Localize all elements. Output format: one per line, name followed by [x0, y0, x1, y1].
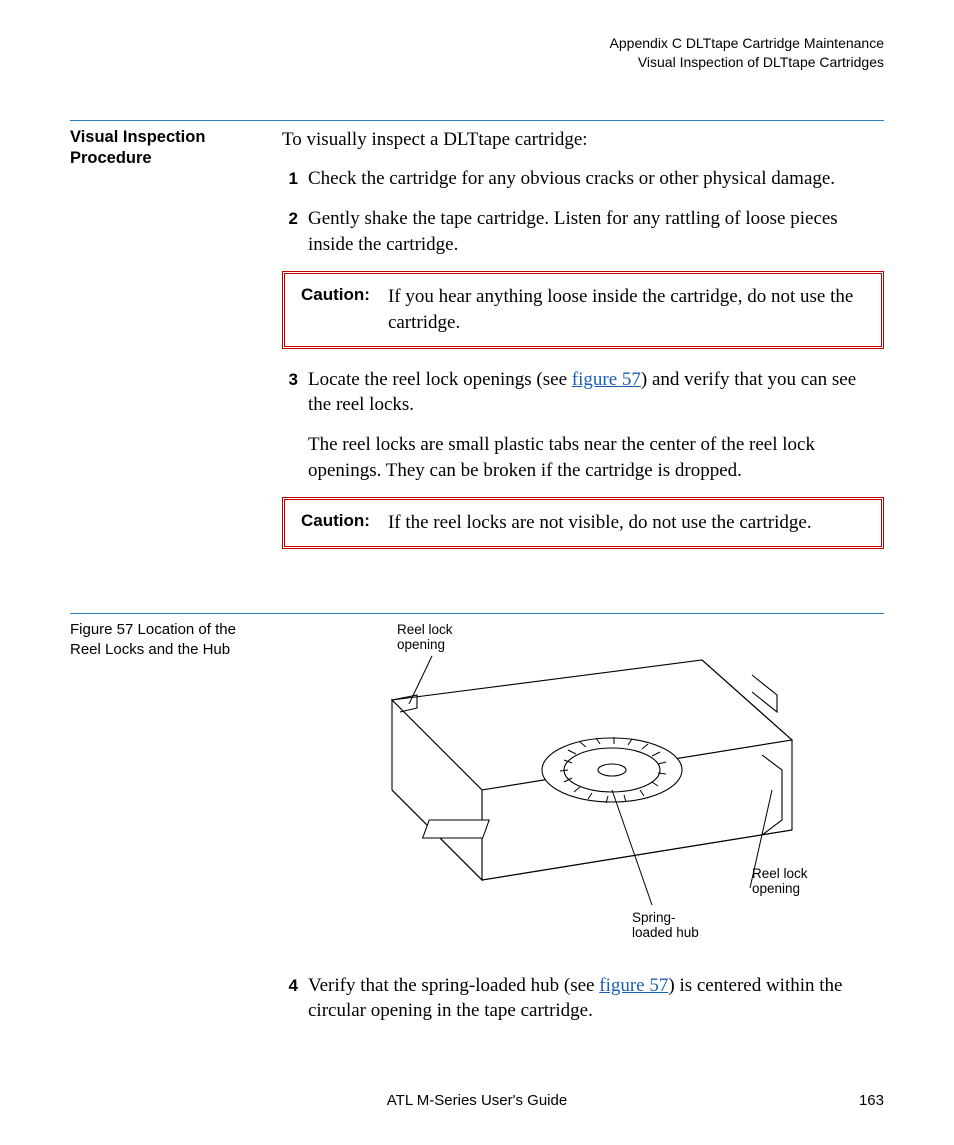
side-heading: Visual Inspection Procedure: [70, 127, 260, 567]
step-1: 1 Check the cartridge for any obvious cr…: [282, 166, 884, 192]
callout-right: Reel lock opening: [752, 866, 811, 896]
intro-text: To visually inspect a DLTtape cartridge:: [282, 127, 884, 153]
section-rule: [70, 120, 884, 121]
step-text: Check the cartridge for any obvious crac…: [308, 166, 884, 192]
header-line-1: Appendix C DLTtape Cartridge Maintenance: [70, 34, 884, 53]
figure-rule: [70, 613, 884, 614]
figure-diagram: Reel lock opening Spring- loaded hub Ree…: [282, 620, 884, 965]
body-column: To visually inspect a DLTtape cartridge:…: [282, 127, 884, 567]
step3-pre: Locate the reel lock openings (see: [308, 369, 572, 390]
step-number: 1: [282, 166, 298, 192]
step-3: 3 Locate the reel lock openings (see fig…: [282, 367, 884, 418]
step-text: Verify that the spring-loaded hub (see f…: [308, 973, 884, 1024]
step-text: Locate the reel lock openings (see figur…: [308, 367, 884, 418]
caution-text: If you hear anything loose inside the ca…: [388, 284, 865, 335]
step-number: 4: [282, 973, 298, 1024]
step-number: 2: [282, 206, 298, 257]
caution-box-2: Caution: If the reel locks are not visib…: [282, 497, 884, 549]
header-line-2: Visual Inspection of DLTtape Cartridges: [70, 53, 884, 72]
step-number: 3: [282, 367, 298, 418]
caution-label: Caution:: [301, 510, 370, 536]
footer-title: ATL M-Series User's Guide: [387, 1092, 567, 1109]
figure-caption: Figure 57 Location of the Reel Locks and…: [70, 620, 260, 965]
page-footer: ATL M-Series User's Guide 163: [0, 1092, 954, 1109]
step-4: 4 Verify that the spring-loaded hub (see…: [282, 973, 884, 1024]
running-header: Appendix C DLTtape Cartridge Maintenance…: [70, 34, 884, 72]
step3-paragraph: The reel locks are small plastic tabs ne…: [308, 432, 884, 483]
step-text: Gently shake the tape cartridge. Listen …: [308, 206, 884, 257]
figure-link[interactable]: figure 57: [572, 369, 641, 390]
caution-text: If the reel locks are not visible, do no…: [388, 510, 865, 536]
caution-label: Caution:: [301, 284, 370, 335]
step-2: 2 Gently shake the tape cartridge. Liste…: [282, 206, 884, 257]
caution-box-1: Caution: If you hear anything loose insi…: [282, 271, 884, 348]
cartridge-illustration-svg: Reel lock opening Spring- loaded hub Ree…: [282, 620, 842, 960]
callout-hub: Spring- loaded hub: [632, 910, 699, 940]
page-number: 163: [859, 1092, 884, 1109]
callout-top: Reel lock opening: [397, 622, 456, 652]
figure-link[interactable]: figure 57: [599, 975, 668, 996]
step4-pre: Verify that the spring-loaded hub (see: [308, 975, 599, 996]
spacer: [70, 973, 260, 1038]
